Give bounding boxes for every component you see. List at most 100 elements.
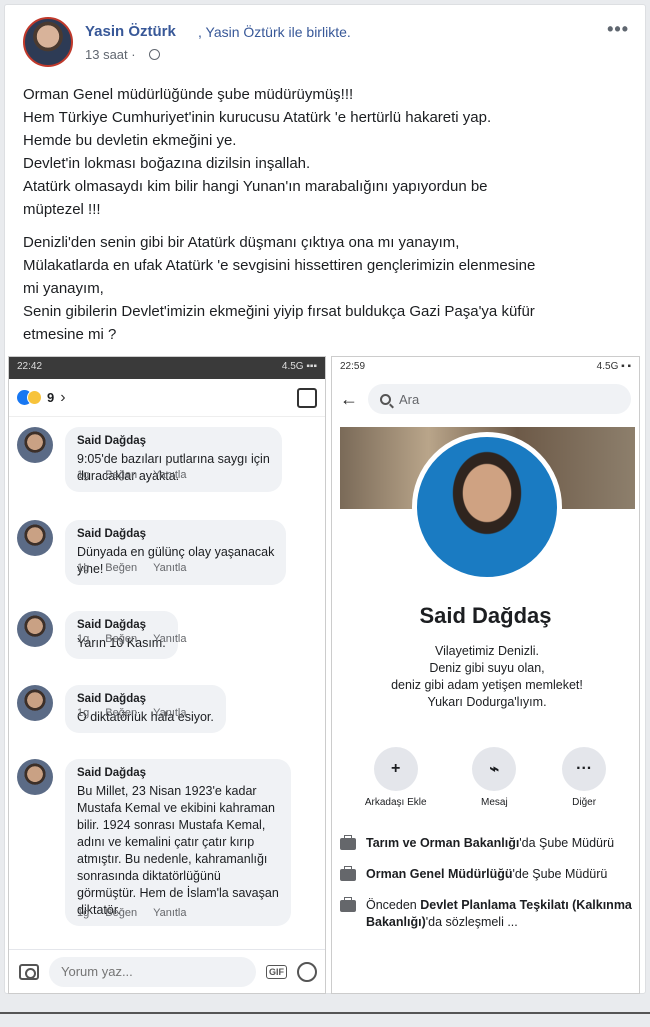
commenter-avatar[interactable]	[17, 759, 53, 795]
briefcase-icon	[340, 866, 356, 881]
post-text-line: Denizli'den senin gibi bir Atatürk düşma…	[23, 234, 460, 251]
poster-avatar[interactable]	[23, 17, 73, 67]
briefcase-icon	[340, 897, 356, 912]
like-comment-link[interactable]: Beğen	[105, 707, 137, 719]
bio-line: Vilayetimiz Denizli.	[435, 644, 539, 658]
post-text-line: Mülakatlarda en ufak Atatürk 'e sevgisin…	[23, 257, 536, 274]
message-button[interactable]: ⌁ Mesaj	[472, 747, 517, 808]
like-comment-link[interactable]: Beğen	[105, 562, 137, 574]
briefcase-icon	[340, 835, 356, 850]
gif-icon[interactable]: GIF	[266, 964, 287, 979]
add-friend-button[interactable]: + Arkadaşı Ekle	[365, 747, 427, 808]
chevron-right-icon: ›	[60, 388, 66, 406]
more-options-icon[interactable]: •••	[607, 19, 629, 40]
work-role: 'de Şube Müdürü	[512, 867, 608, 881]
work-info-text: Önceden Devlet Planlama Teşkilatı (Kalkı…	[366, 897, 635, 931]
bio-line: deniz gibi adam yetişen memleket!	[391, 678, 583, 692]
commenter-avatar[interactable]	[17, 611, 53, 647]
work-role: 'da Şube Müdürü	[519, 836, 615, 850]
status-indicators: 4.5G ▪▪▪	[281, 361, 317, 372]
commenter-avatar[interactable]	[17, 427, 53, 463]
reactions-row[interactable]: 9 ›	[9, 379, 325, 417]
profile-actions: + Arkadaşı Ekle ⌁ Mesaj ··· Diğer	[332, 747, 639, 808]
more-button[interactable]: ··· Diğer	[562, 747, 607, 808]
comment-time: 1g	[77, 469, 90, 481]
post-text-line: etmesine mi ?	[23, 326, 117, 343]
comment-text-line: adını ve kemalini çatır çatır kırıp	[77, 835, 255, 849]
commenter-name[interactable]: Said Dağdaş	[77, 691, 214, 708]
wow-reaction-icon	[27, 389, 42, 405]
comment-text-line: bilir. 1924 sonrası Mustafa Kemal,	[77, 818, 266, 832]
commenter-name[interactable]: Said Dağdaş	[77, 765, 279, 782]
more-icon: ···	[562, 747, 607, 791]
comment-actions: 1g Beğen Yanıtla	[77, 562, 187, 574]
action-label: Diğer	[572, 797, 597, 808]
comment-text-line: Dünyada en gülünç olay yaşanacak	[77, 545, 275, 559]
tagged-with-text[interactable]: , Yasin Öztürk ile birlikte.	[198, 24, 351, 40]
status-bar: 22:42 4.5G ▪▪▪	[9, 357, 325, 379]
camera-icon[interactable]	[19, 963, 39, 980]
profile-name: Said Dağdaş	[419, 603, 552, 628]
post-timestamp[interactable]: 13 saat ·	[85, 47, 136, 62]
comment-actions: 1g Beğen Yanıtla	[77, 907, 187, 919]
poster-name-link[interactable]: Yasin Öztürk	[85, 23, 176, 40]
reaction-count: 9	[47, 390, 55, 405]
status-bar: 22:59 4.5G ▪ ▪	[332, 357, 639, 379]
commenter-avatar[interactable]	[17, 520, 53, 556]
status-time: 22:59	[340, 361, 366, 372]
reply-comment-link[interactable]: Yanıtla	[153, 707, 186, 719]
post-text-line: Hem Türkiye Cumhuriyet'inin kurucusu Ata…	[23, 109, 492, 126]
search-placeholder: Ara	[399, 391, 420, 407]
comment-composer: GIF	[9, 949, 325, 993]
work-prefix: Önceden	[366, 898, 421, 912]
search-field[interactable]: Ara	[368, 384, 631, 414]
comment-text-line: Mustafa Kemal ve ekibini kahraman	[77, 801, 276, 815]
post-text-line: Atatürk olmasaydı kim bilir hangi Yunan'…	[23, 178, 488, 195]
like-comment-link[interactable]: Beğen	[105, 469, 137, 481]
comment-time: 1g	[77, 907, 90, 919]
commenter-avatar[interactable]	[17, 685, 53, 721]
messenger-icon: ⌁	[472, 747, 517, 791]
comment-text-line: Bu Millet, 23 Nisan 1923'e kadar	[77, 784, 257, 798]
thumbs-up-icon[interactable]	[297, 387, 317, 408]
comment-bubble: Said Dağdaş Dünyada en gülünç olay yaşana…	[65, 520, 287, 585]
status-indicators: 4.5G ▪ ▪	[596, 361, 631, 372]
reply-comment-link[interactable]: Yanıtla	[153, 469, 186, 481]
comment-input[interactable]	[49, 956, 256, 987]
search-row: ← Ara	[332, 379, 639, 419]
commenter-name[interactable]: Said Dağdaş	[77, 526, 274, 543]
bio-line: Yukarı Dodurga'lıyım.	[427, 695, 547, 709]
employer-link[interactable]: Orman Genel Müdürlüğü	[366, 867, 513, 881]
emoji-icon[interactable]	[297, 961, 317, 982]
post-text-line: Devlet'in lokması boğazına dizilsin inşa…	[23, 155, 311, 172]
comment-actions: 1g Beğen Yanıtla	[77, 469, 187, 481]
reply-comment-link[interactable]: Yanıtla	[153, 562, 186, 574]
profile-photo[interactable]	[412, 432, 562, 582]
like-comment-link[interactable]: Beğen	[105, 633, 137, 645]
post-text-line: Orman Genel müdürlüğünde şube müdürüymüş…	[23, 86, 354, 103]
globe-icon	[149, 49, 160, 60]
add-friend-icon: +	[373, 747, 418, 791]
comment-time: 1g	[77, 707, 90, 719]
reaction-icons	[17, 389, 43, 406]
post-header: Yasin Öztürk , Yasin Öztürk ile birlikte…	[23, 15, 633, 71]
post-paragraph: Orman Genel müdürlüğünde şube müdürüymüş…	[23, 83, 633, 221]
work-role: 'da sözleşmeli ...	[425, 915, 518, 929]
work-info-item: Orman Genel Müdürlüğü'de Şube Müdürü	[340, 866, 635, 883]
comment-time: 1g	[77, 633, 90, 645]
commenter-name[interactable]: Said Dağdaş	[77, 617, 166, 634]
post-paragraph: Denizli'den senin gibi bir Atatürk düşma…	[23, 231, 633, 346]
reply-comment-link[interactable]: Yanıtla	[153, 907, 186, 919]
reply-comment-link[interactable]: Yanıtla	[153, 633, 186, 645]
comment-text-line: atmıştır. Bu nedenle, kahramanlığı	[77, 852, 268, 866]
employer-link[interactable]: Tarım ve Orman Bakanlığı	[366, 836, 519, 850]
like-comment-link[interactable]: Beğen	[105, 907, 137, 919]
comment-text-line: sonrasında diktatörlüğünü	[77, 869, 221, 883]
post-text: Orman Genel müdürlüğünde şube müdürüymüş…	[23, 83, 633, 356]
back-arrow-icon[interactable]: ←	[340, 389, 358, 410]
action-label: Mesaj	[481, 797, 508, 808]
divider	[0, 1012, 650, 1014]
action-label: Arkadaşı Ekle	[364, 797, 427, 808]
commenter-name[interactable]: Said Dağdaş	[77, 433, 270, 450]
comment-time: 1g	[77, 562, 90, 574]
